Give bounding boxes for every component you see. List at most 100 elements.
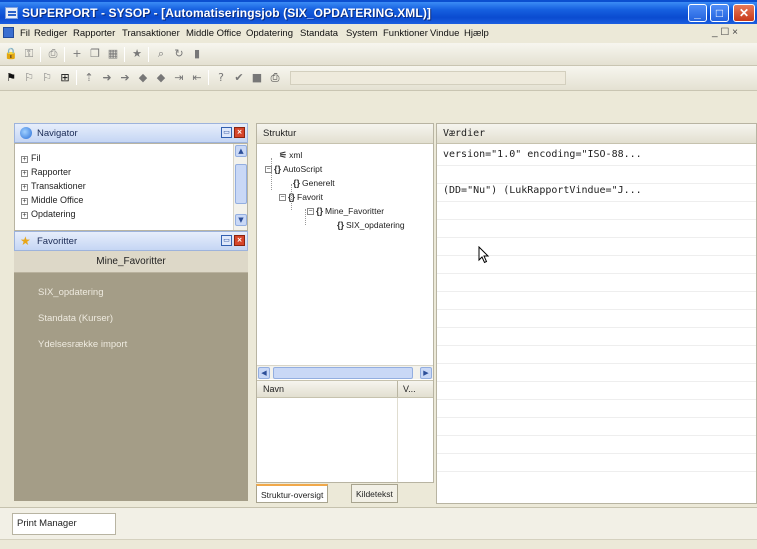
toolbar-field[interactable] — [290, 71, 566, 85]
mdi-window-controls[interactable]: _ ☐ × — [712, 27, 738, 38]
box-icon[interactable]: ■ — [250, 71, 264, 85]
flag-outline-icon[interactable]: ⚐ — [22, 71, 36, 85]
expand-icon[interactable]: + — [21, 170, 28, 177]
tree-node-favorit[interactable]: −{} Favorit — [279, 192, 323, 202]
add-icon[interactable]: + — [70, 47, 84, 61]
printer-icon[interactable]: ⎙ — [46, 47, 60, 61]
navigator-scrollbar[interactable]: ▲ ▼ — [233, 144, 247, 230]
mouse-cursor-icon — [478, 246, 490, 264]
collapse-icon[interactable]: − — [307, 208, 314, 216]
value-rule — [437, 327, 756, 328]
maximize-button[interactable]: □ — [710, 4, 729, 22]
restore-icon[interactable]: ▭ — [221, 235, 232, 246]
element-icon: {} — [337, 220, 345, 230]
refresh-icon[interactable]: ↻ — [172, 47, 186, 61]
lock-icon[interactable]: 🔒 — [4, 47, 18, 61]
flag-icon[interactable]: ⚑ — [4, 71, 18, 85]
navigator-item-rapporter[interactable]: + Rapporter — [21, 167, 71, 177]
navigator-item-transaktioner[interactable]: + Transaktioner — [21, 181, 86, 191]
tree-node-xml[interactable]: ⚟ xml — [279, 150, 302, 161]
scroll-up-icon[interactable]: ▲ — [235, 145, 247, 157]
toolbar-separator — [64, 47, 65, 62]
title-bar[interactable]: SUPERPORT - SYSOP - [Automatiseringsjob … — [0, 2, 757, 24]
menu-funktioner[interactable]: Funktioner — [383, 28, 428, 39]
toolbar-script: ⚑ ⚐ ⚐ ⊞ ⇡ ➜ ➔ ◆ ◆ ⇥ ⇤ ? ✔ ■ ⎙ — [0, 66, 757, 91]
close-button[interactable]: ✕ — [733, 4, 755, 22]
tree-node-six-opdatering[interactable]: {} SIX_opdatering — [337, 220, 405, 230]
panel-close-icon[interactable]: × — [234, 127, 245, 138]
diamond-icon[interactable]: ◆ — [154, 71, 168, 85]
menu-middle-office[interactable]: Middle Office — [186, 28, 241, 39]
menu-vindue[interactable]: Vindue — [430, 28, 459, 39]
check-icon[interactable]: ✔ — [232, 71, 246, 85]
menu-standata[interactable]: Standata — [300, 28, 338, 39]
chart-icon[interactable]: ▮ — [190, 47, 204, 61]
menu-hjaelp[interactable]: Hjælp — [464, 28, 489, 39]
tree-node-autoscript[interactable]: −{} AutoScript — [265, 164, 322, 174]
value-rule — [437, 201, 756, 202]
search-icon[interactable]: ⌕ — [154, 47, 168, 61]
expand-icon[interactable]: + — [21, 184, 28, 191]
minimize-button[interactable]: _ — [688, 4, 707, 22]
toolbar-separator — [76, 70, 77, 85]
collapse-icon[interactable]: − — [279, 194, 286, 202]
favorites-group[interactable]: Mine_Favoritter — [14, 251, 248, 273]
mdi-window-icon[interactable] — [3, 27, 14, 38]
menu-system[interactable]: System — [346, 28, 378, 39]
star-icon[interactable]: ★ — [130, 47, 144, 61]
attribute-list-header: Navn V... — [257, 380, 433, 398]
favorite-item[interactable]: Ydelsesrække import — [38, 339, 127, 350]
menu-transaktioner[interactable]: Transaktioner — [122, 28, 180, 39]
outdent-icon[interactable]: ⇤ — [190, 71, 204, 85]
scroll-left-icon[interactable]: ◀ — [258, 367, 270, 379]
navigator-header[interactable]: Navigator ▭ × — [14, 123, 248, 143]
favorite-item[interactable]: SIX_opdatering — [38, 287, 104, 298]
tab-kildetekst[interactable]: Kildetekst — [351, 484, 398, 503]
expand-icon[interactable]: + — [21, 156, 28, 163]
copy-icon[interactable]: ❐ — [88, 47, 102, 61]
navigator-item-fil[interactable]: + Fil — [21, 153, 41, 163]
menu-fil[interactable]: Fil — [20, 28, 30, 39]
value-line[interactable]: (DD="Nu") (LukRapportVindue="J... — [443, 185, 642, 196]
arrow-right-icon[interactable]: ➜ — [100, 71, 114, 85]
menu-rediger[interactable]: Rediger — [34, 28, 67, 39]
question-icon[interactable]: ? — [214, 71, 228, 85]
structure-hscrollbar[interactable]: ◀ ▶ — [257, 365, 433, 379]
element-icon: {} — [293, 178, 301, 188]
navigator-item-opdatering[interactable]: + Opdatering — [21, 209, 76, 219]
scroll-thumb[interactable] — [235, 164, 247, 204]
indent-icon[interactable]: ⇥ — [172, 71, 186, 85]
favorites-header[interactable]: ★ Favoritter ▭ × — [14, 231, 248, 251]
arrow-left-icon[interactable]: ◆ — [136, 71, 150, 85]
scroll-thumb[interactable] — [273, 367, 413, 379]
menu-opdatering[interactable]: Opdatering — [246, 28, 293, 39]
grid-icon[interactable]: ▦ — [106, 47, 120, 61]
network-icon[interactable]: ⊞ — [58, 71, 72, 85]
tree-node-mine-favoritter[interactable]: −{} Mine_Favoritter — [307, 206, 384, 216]
panel-close-icon[interactable]: × — [234, 235, 245, 246]
column-separator[interactable] — [397, 381, 398, 397]
expand-icon[interactable]: + — [21, 198, 28, 205]
favorites-list: SIX_opdatering Standata (Kurser) Ydelses… — [14, 273, 248, 501]
tab-struktur-oversigt[interactable]: Struktur-oversigt — [256, 484, 329, 503]
key-icon[interactable]: ⚿ — [22, 47, 36, 61]
restore-icon[interactable]: ▭ — [221, 127, 232, 138]
scroll-down-icon[interactable]: ▼ — [235, 214, 247, 226]
print-icon[interactable]: ⎙ — [268, 71, 282, 85]
arrow-down-icon[interactable]: ➔ — [118, 71, 132, 85]
expand-icon[interactable]: + — [21, 212, 28, 219]
tree-node-generelt[interactable]: {} Generelt — [293, 178, 335, 188]
column-navn[interactable]: Navn — [263, 384, 284, 394]
column-vaerdi[interactable]: V... — [403, 384, 416, 394]
flag-outline-icon-2[interactable]: ⚐ — [40, 71, 54, 85]
navigator-item-middle-office[interactable]: + Middle Office — [21, 195, 83, 205]
favorite-item[interactable]: Standata (Kurser) — [38, 313, 113, 324]
value-rule — [437, 345, 756, 346]
scroll-right-icon[interactable]: ▶ — [420, 367, 432, 379]
menu-rapporter[interactable]: Rapporter — [73, 28, 115, 39]
value-rule — [437, 291, 756, 292]
collapse-icon[interactable]: − — [265, 166, 272, 174]
value-line[interactable]: version="1.0" encoding="ISO-88... — [443, 149, 642, 160]
print-manager-tab[interactable]: Print Manager — [12, 513, 116, 535]
arrow-up-icon[interactable]: ⇡ — [82, 71, 96, 85]
